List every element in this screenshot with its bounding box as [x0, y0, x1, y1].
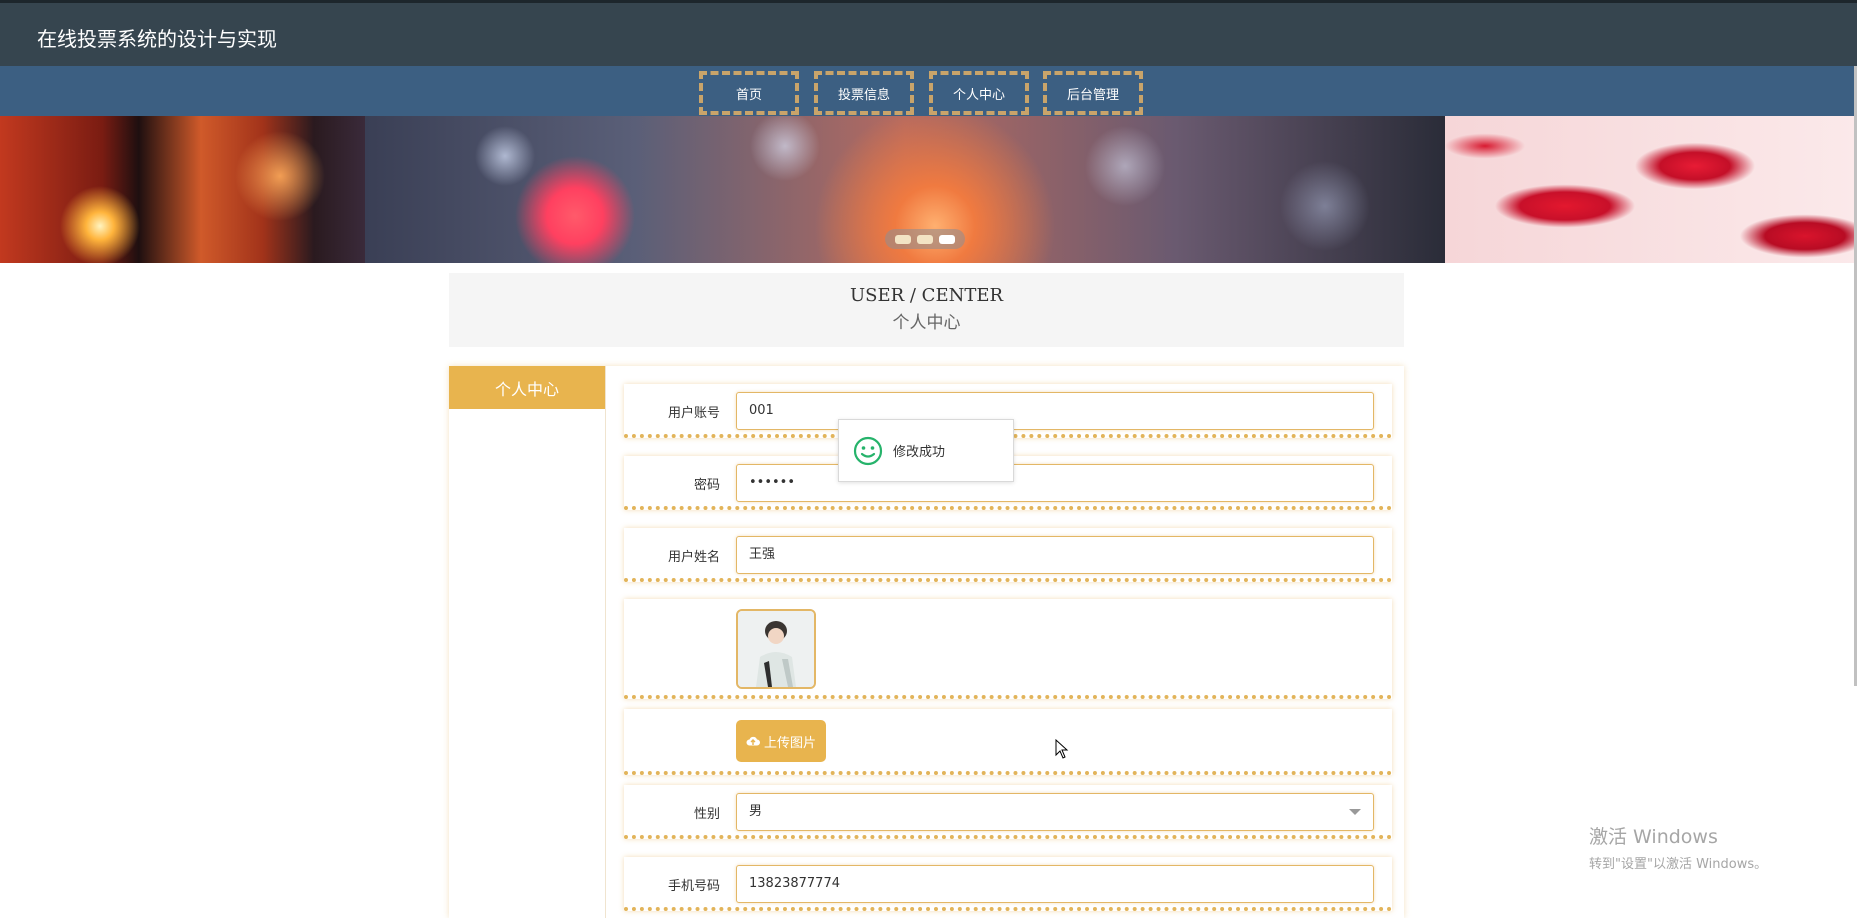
banner-image-left	[0, 116, 365, 263]
nav-item-admin[interactable]: 后台管理	[1043, 71, 1143, 115]
form-row-avatar	[624, 599, 1392, 699]
avatar-image[interactable]	[736, 609, 816, 689]
cloud-upload-icon	[746, 736, 760, 746]
nav-item-user-center[interactable]: 个人中心	[929, 71, 1029, 115]
name-input[interactable]: 王强	[736, 536, 1374, 574]
windows-activation-watermark: 激活 Windows 转到"设置"以激活 Windows。	[1589, 822, 1767, 872]
watermark-line1: 激活 Windows	[1589, 826, 1718, 848]
form-row-upload: 上传图片	[624, 709, 1392, 775]
gender-label: 性别	[693, 807, 720, 822]
name-label: 用户姓名	[667, 550, 720, 565]
upload-image-button[interactable]: 上传图片	[736, 720, 826, 762]
section-title-en: USER / CENTER	[849, 285, 1004, 306]
smile-icon	[853, 436, 883, 465]
password-input[interactable]: ••••••	[736, 464, 1374, 502]
form-row-name: 用户姓名 王强	[624, 528, 1392, 582]
phone-label: 手机号码	[667, 879, 720, 894]
carousel-indicator	[885, 229, 965, 249]
form-row-phone: 手机号码 13823877774	[624, 857, 1392, 911]
site-title: 在线投票系统的设计与实现	[37, 27, 277, 51]
avatar-photo	[738, 611, 814, 687]
account-input[interactable]: 001	[736, 392, 1374, 430]
carousel-dot-active[interactable]	[939, 234, 955, 244]
upload-image-label: 上传图片	[763, 735, 816, 751]
sidebar-tab-user-center[interactable]: 个人中心	[449, 366, 605, 409]
nav-item-home[interactable]: 首页	[699, 71, 799, 115]
section-header: USER / CENTER 个人中心	[449, 273, 1404, 347]
sidebar-divider	[605, 366, 606, 918]
phone-input[interactable]: 13823877774	[736, 865, 1374, 903]
success-toast: 修改成功	[838, 419, 1014, 482]
gender-selected-value: 男	[749, 804, 763, 819]
section-title-zh: 个人中心	[892, 313, 961, 333]
gender-select[interactable]: 男	[736, 793, 1374, 831]
top-header: 在线投票系统的设计与实现	[0, 0, 1857, 66]
chevron-down-icon[interactable]	[1349, 809, 1361, 815]
watermark-line2: 转到"设置"以激活 Windows。	[1589, 857, 1768, 872]
main-nav: 首页 投票信息 个人中心 后台管理	[0, 66, 1857, 116]
carousel-dot[interactable]	[895, 234, 911, 244]
banner-image-right	[1445, 116, 1857, 263]
toast-message: 修改成功	[893, 445, 946, 460]
nav-item-vote-info[interactable]: 投票信息	[814, 71, 914, 115]
form-row-gender: 性别 男	[624, 785, 1392, 839]
carousel-dot[interactable]	[917, 234, 933, 244]
password-label: 密码	[693, 478, 720, 493]
account-label: 用户账号	[667, 406, 720, 421]
banner-carousel	[0, 116, 1857, 263]
mouse-cursor-icon	[1055, 739, 1069, 759]
